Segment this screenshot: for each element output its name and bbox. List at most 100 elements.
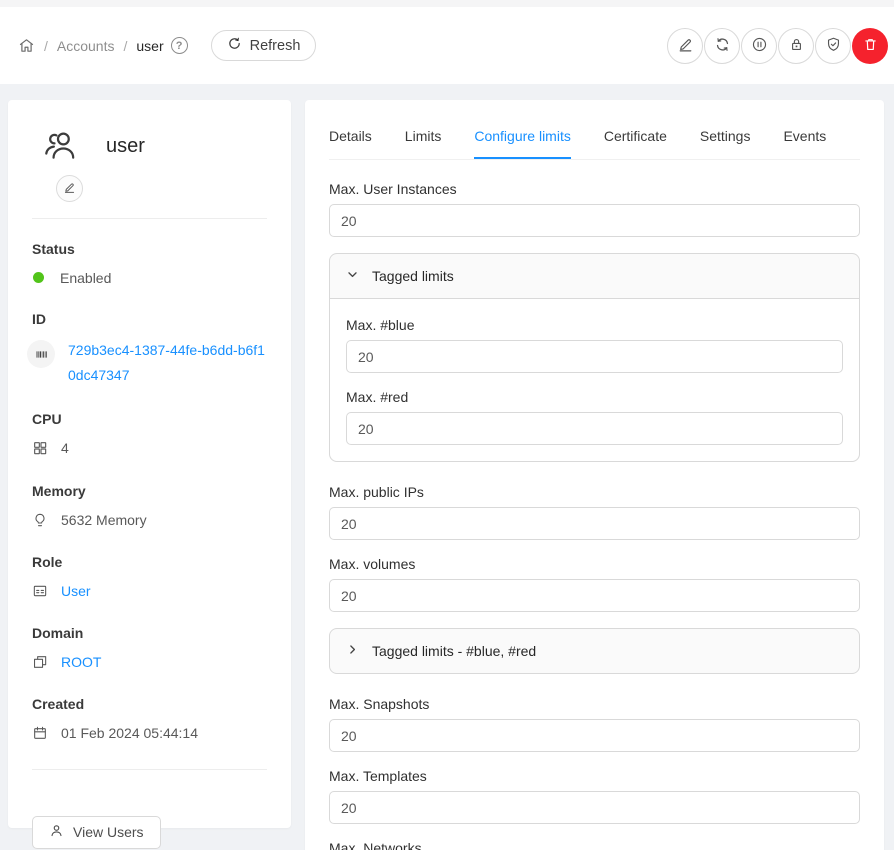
tab-events[interactable]: Events [783, 114, 826, 159]
panel-title: Tagged limits [372, 268, 454, 284]
configure-limits-form: Max. User Instances Tagged limits Max. #… [329, 160, 860, 850]
section-id: ID 729b3ec4-1387-44fe-b6dd-b6f10dc47347 [32, 311, 267, 388]
section-label: Memory [32, 483, 267, 499]
section-label: ID [32, 311, 267, 327]
domain-link[interactable]: ROOT [61, 652, 101, 672]
home-icon[interactable] [18, 37, 35, 54]
max-volumes-input[interactable] [329, 579, 860, 612]
form-item-max-networks: Max. Networks [329, 840, 860, 850]
bulb-icon [32, 510, 48, 531]
form-item-max-volumes: Max. volumes [329, 556, 860, 612]
section-cpu: CPU 4 [32, 411, 267, 459]
block-icon [32, 652, 48, 673]
sync-icon [714, 36, 731, 56]
chevron-down-icon [346, 268, 359, 284]
edit-icon [677, 36, 694, 56]
field-label: Max. User Instances [329, 181, 860, 197]
form-item-max-public-ips: Max. public IPs [329, 484, 860, 540]
breadcrumb-current: user [136, 38, 163, 54]
tab-configure-limits[interactable]: Configure limits [474, 114, 570, 159]
section-label: Status [32, 241, 267, 257]
section-label: CPU [32, 411, 267, 427]
section-role: Role User [32, 554, 267, 602]
section-domain: Domain ROOT [32, 625, 267, 673]
max-user-instances-input[interactable] [329, 204, 860, 237]
account-info-card: user Status Enabled ID [8, 100, 291, 828]
breadcrumb-separator: / [44, 38, 48, 54]
certificate-button[interactable] [815, 28, 851, 64]
divider [32, 218, 267, 219]
field-label: Max. #red [346, 389, 843, 405]
memory-value: 5632 Memory [61, 510, 147, 530]
field-label: Max. #blue [346, 317, 843, 333]
idcard-icon [32, 581, 48, 602]
team-icon [42, 126, 80, 167]
cpu-value: 4 [61, 438, 69, 458]
section-label: Role [32, 554, 267, 570]
created-value: 01 Feb 2024 05:44:14 [61, 723, 198, 743]
max-blue-input[interactable] [346, 340, 843, 373]
status-value: Enabled [60, 268, 111, 288]
appstore-icon [32, 438, 48, 459]
max-templates-input[interactable] [329, 791, 860, 824]
form-item-max-user-instances: Max. User Instances [329, 181, 860, 237]
detail-panel: Details Limits Configure limits Certific… [305, 100, 884, 850]
max-public-ips-input[interactable] [329, 507, 860, 540]
top-bar: / Accounts / user ? Refresh [0, 0, 894, 84]
edit-account-button[interactable] [667, 28, 703, 64]
tagged-limits-panel-header[interactable]: Tagged limits [330, 254, 859, 298]
form-item-max-red: Max. #red [346, 389, 843, 445]
role-link[interactable]: User [61, 581, 91, 601]
account-profile: user [32, 126, 267, 167]
disable-account-button[interactable] [741, 28, 777, 64]
form-item-max-blue: Max. #blue [346, 317, 843, 373]
field-label: Max. Networks [329, 840, 860, 850]
lock-icon [788, 36, 805, 56]
max-red-input[interactable] [346, 412, 843, 445]
tagged-limits-panel: Tagged limits Max. #blue Max. #red [329, 253, 860, 462]
divider [32, 769, 267, 770]
section-created: Created 01 Feb 2024 05:44:14 [32, 696, 267, 744]
status-dot [33, 272, 44, 283]
section-status: Status Enabled [32, 241, 267, 288]
tagged-limits-blue-red-panel-header[interactable]: Tagged limits - #blue, #red [330, 629, 859, 673]
tab-settings[interactable]: Settings [700, 114, 751, 159]
breadcrumb-separator: / [123, 38, 127, 54]
chevron-right-icon [346, 643, 359, 659]
section-label: Domain [32, 625, 267, 641]
section-label: Created [32, 696, 267, 712]
tab-details[interactable]: Details [329, 114, 372, 159]
breadcrumb: / Accounts / user ? Refresh [18, 30, 316, 61]
update-resource-count-button[interactable] [704, 28, 740, 64]
view-users-button[interactable]: View Users [32, 816, 161, 849]
panel-title: Tagged limits - #blue, #red [372, 643, 536, 659]
section-memory: Memory 5632 Memory [32, 483, 267, 531]
account-id-link[interactable]: 729b3ec4-1387-44fe-b6dd-b6f10dc47347 [68, 338, 267, 388]
form-item-max-snapshots: Max. Snapshots [329, 696, 860, 752]
tab-bar: Details Limits Configure limits Certific… [329, 114, 860, 160]
calendar-icon [32, 723, 48, 744]
tagged-limits-blue-red-panel: Tagged limits - #blue, #red [329, 628, 860, 674]
pause-circle-icon [751, 36, 768, 56]
view-users-label: View Users [73, 824, 144, 840]
refresh-label: Refresh [250, 38, 301, 54]
field-label: Max. public IPs [329, 484, 860, 500]
tab-limits[interactable]: Limits [405, 114, 442, 159]
edit-name-button[interactable] [56, 175, 83, 202]
user-icon [49, 823, 64, 841]
field-label: Max. volumes [329, 556, 860, 572]
refresh-button[interactable]: Refresh [211, 30, 317, 61]
certificate-shield-icon [825, 36, 842, 56]
lock-account-button[interactable] [778, 28, 814, 64]
tagged-limits-panel-body: Max. #blue Max. #red [330, 298, 859, 461]
reload-icon [227, 36, 242, 55]
delete-account-button[interactable] [852, 28, 888, 64]
field-label: Max. Templates [329, 768, 860, 784]
max-snapshots-input[interactable] [329, 719, 860, 752]
header-actions [667, 28, 888, 64]
pencil-icon [63, 181, 76, 197]
tab-certificate[interactable]: Certificate [604, 114, 667, 159]
barcode-icon [27, 340, 55, 368]
question-circle-icon[interactable]: ? [171, 37, 188, 54]
breadcrumb-accounts[interactable]: Accounts [57, 38, 115, 54]
